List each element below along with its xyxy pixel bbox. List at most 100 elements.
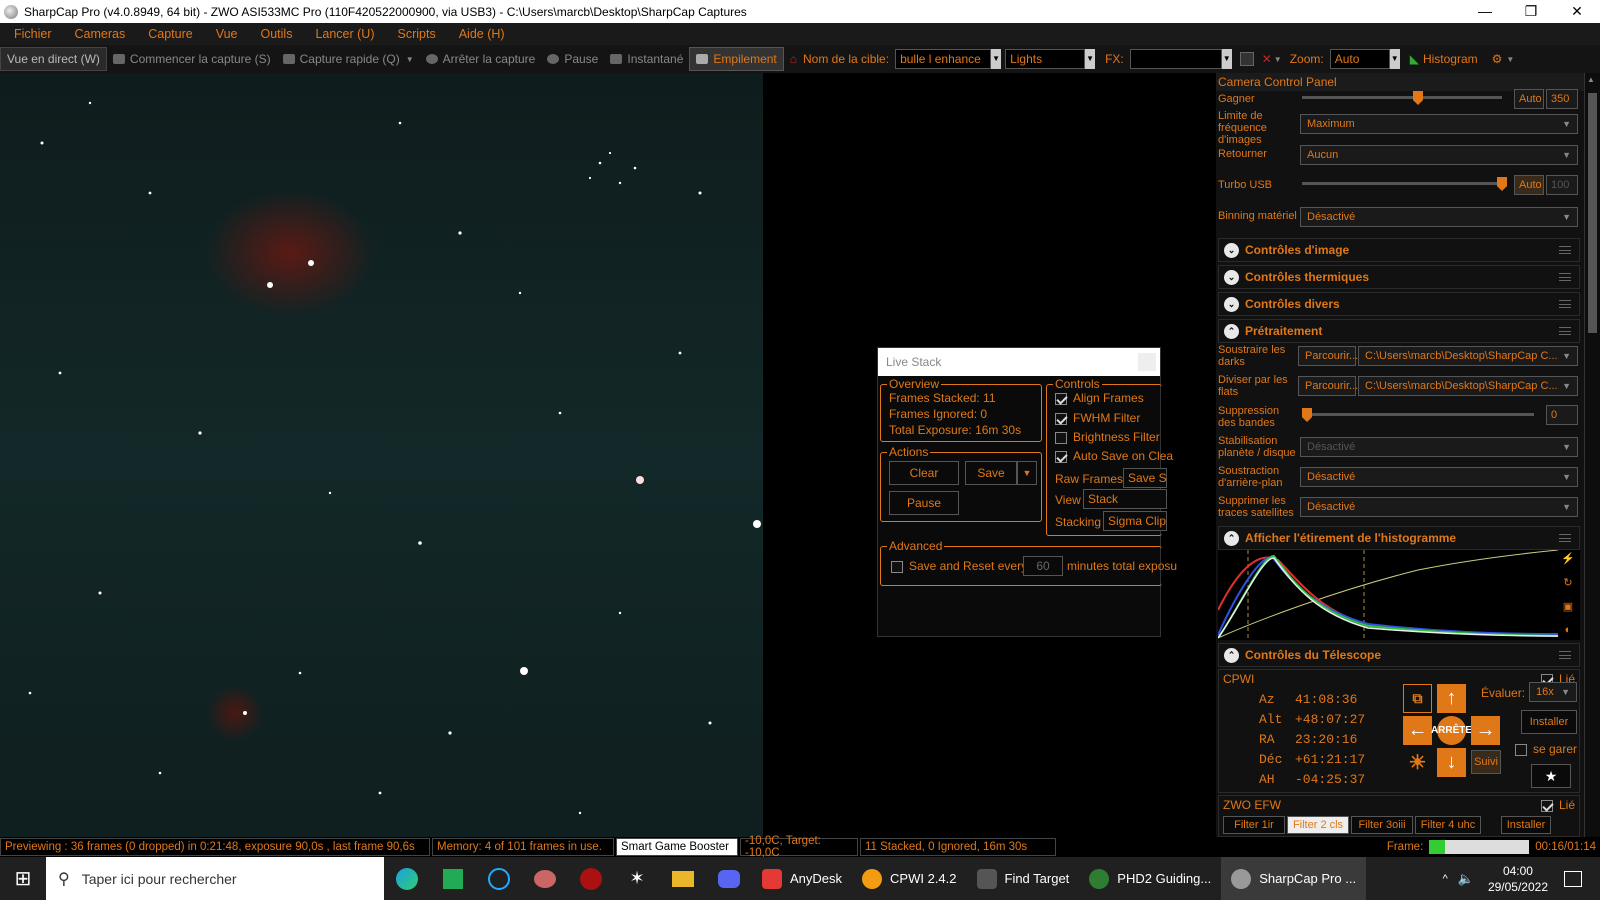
- align-frames-checkbox[interactable]: Align Frames: [1055, 391, 1144, 405]
- reticle-icon[interactable]: ✕: [1262, 52, 1272, 66]
- banding-slider[interactable]: [1302, 413, 1534, 416]
- satellite-select[interactable]: Désactivé ▼: [1300, 497, 1578, 517]
- filter-1-button[interactable]: Filter 1ir: [1223, 816, 1285, 834]
- section-image-controls[interactable]: ⌄ Contrôles d'image: [1218, 238, 1580, 262]
- stop-capture-button[interactable]: Arrêter la capture: [420, 47, 542, 71]
- menu-item-tools[interactable]: Outils: [247, 27, 302, 41]
- sun-icon[interactable]: ☀: [1403, 748, 1432, 777]
- chevron-down-icon[interactable]: ▼: [1085, 49, 1096, 69]
- auto-save-checkbox[interactable]: Auto Save on Clea: [1055, 449, 1173, 463]
- stacking-button[interactable]: Empilement: [689, 47, 784, 71]
- chevron-down-icon[interactable]: ▼: [991, 49, 1002, 69]
- flip-select[interactable]: Aucun ▼: [1300, 145, 1578, 165]
- gain-value-input[interactable]: 350: [1546, 89, 1578, 109]
- minimize-button[interactable]: —: [1462, 3, 1508, 20]
- close-icon[interactable]: [1138, 353, 1156, 371]
- framerate-select[interactable]: Maximum ▼: [1300, 114, 1578, 134]
- section-telescope-controls[interactable]: ⌃ Contrôles du Télescope: [1218, 643, 1580, 667]
- install-button[interactable]: Installer: [1521, 710, 1577, 734]
- taskbar-clock[interactable]: 04:00 29/05/2022: [1488, 863, 1548, 895]
- fwhm-filter-checkbox[interactable]: FWHM Filter: [1055, 411, 1140, 425]
- snapshot-button[interactable]: Instantané: [604, 47, 689, 71]
- slew-down-button[interactable]: ↓: [1437, 748, 1466, 777]
- close-button[interactable]: ✕: [1554, 3, 1600, 20]
- planet-stab-select[interactable]: Désactivé ▼: [1300, 437, 1578, 457]
- taskbar-search-box[interactable]: ⚲ Taper ici pour rechercher: [46, 857, 384, 900]
- menu-item-file[interactable]: Fichier: [0, 27, 61, 41]
- chevron-down-icon[interactable]: ▼: [1017, 461, 1037, 485]
- banding-value-input[interactable]: 0: [1546, 405, 1578, 425]
- clear-button[interactable]: Clear: [889, 461, 959, 485]
- live-preview-image[interactable]: [0, 73, 763, 837]
- chevron-down-icon[interactable]: ▼: [1506, 55, 1514, 64]
- save-reset-checkbox[interactable]: Save and Reset every: [891, 559, 1027, 573]
- discord-icon[interactable]: [706, 857, 752, 900]
- save-icon[interactable]: ▣: [1563, 600, 1573, 613]
- stop-slew-button[interactable]: ARRÊTE: [1431, 716, 1472, 745]
- rate-select[interactable]: 16x ▼: [1529, 682, 1577, 702]
- view-select[interactable]: Stack: [1083, 489, 1167, 509]
- section-histogram-stretch[interactable]: ⌃ Afficher l'étirement de l'histogramme: [1218, 526, 1580, 550]
- section-thermal-controls[interactable]: ⌄ Contrôles thermiques: [1218, 265, 1580, 289]
- live-view-button[interactable]: Vue en direct (W): [0, 47, 107, 71]
- gain-slider-thumb[interactable]: [1413, 91, 1423, 105]
- taskbar-app-sharpcap[interactable]: SharpCap Pro ...: [1221, 857, 1367, 900]
- turbo-value-input[interactable]: 100: [1546, 175, 1578, 195]
- taskbar-app-phd2[interactable]: PHD2 Guiding...: [1079, 857, 1221, 900]
- quick-capture-button[interactable]: Capture rapide (Q) ▼: [277, 47, 420, 71]
- binning-select[interactable]: Désactivé ▼: [1300, 207, 1578, 227]
- gain-auto-button[interactable]: Auto: [1514, 89, 1544, 109]
- scroll-up-icon[interactable]: ▲: [1587, 75, 1597, 87]
- edge-icon[interactable]: [384, 857, 430, 900]
- pause-stack-button[interactable]: Pause: [889, 491, 959, 515]
- menu-item-scripts[interactable]: Scripts: [384, 27, 445, 41]
- panel-scrollbar[interactable]: ▲: [1584, 73, 1600, 837]
- turbo-slider-thumb[interactable]: [1497, 177, 1507, 191]
- slew-up-button[interactable]: ↑: [1437, 684, 1466, 713]
- chevron-down-icon[interactable]: ▼: [1274, 55, 1282, 64]
- fx-select[interactable]: [1129, 49, 1222, 69]
- menu-item-help[interactable]: Aide (H): [445, 27, 514, 41]
- track-button[interactable]: Suivi: [1471, 750, 1501, 774]
- app-icon-2[interactable]: [430, 857, 476, 900]
- stacking-select[interactable]: Sigma Clipp: [1103, 511, 1167, 531]
- darks-path-select[interactable]: C:\Users\marcb\Desktop\SharpCap C... ▼: [1358, 346, 1578, 366]
- folder-icon[interactable]: [660, 857, 706, 900]
- taskbar-app-cpwi[interactable]: CPWI 2.4.2: [852, 857, 966, 900]
- section-preprocessing[interactable]: ⌃ Prétraitement: [1218, 319, 1580, 343]
- app-icon-4[interactable]: [522, 857, 568, 900]
- brightness-filter-checkbox[interactable]: Brightness Filter: [1055, 430, 1160, 444]
- menu-item-view[interactable]: Vue: [202, 27, 247, 41]
- star-icon[interactable]: ★: [1531, 764, 1571, 788]
- notification-icon[interactable]: [1564, 870, 1582, 887]
- darks-browse-button[interactable]: Parcourir...: [1298, 346, 1358, 366]
- taskbar-app-find-target[interactable]: Find Target: [967, 857, 1080, 900]
- park-checkbox[interactable]: se garer: [1515, 742, 1577, 756]
- hamburger-icon[interactable]: [1559, 534, 1571, 542]
- lightning-icon[interactable]: ⚡: [1561, 552, 1575, 565]
- histogram-button[interactable]: Histogram: [1423, 52, 1478, 66]
- pause-button[interactable]: Pause: [541, 47, 604, 71]
- raw-frames-select[interactable]: Save St: [1123, 468, 1167, 488]
- chevron-up-icon[interactable]: ^: [1443, 873, 1448, 885]
- chevron-down-icon[interactable]: ▼: [406, 55, 414, 64]
- maximize-button[interactable]: ❐: [1508, 3, 1554, 20]
- hamburger-icon[interactable]: [1559, 327, 1571, 335]
- hamburger-icon[interactable]: [1559, 246, 1571, 254]
- turbo-slider[interactable]: [1302, 182, 1502, 185]
- scrollbar-thumb[interactable]: [1588, 93, 1597, 333]
- chevron-down-icon[interactable]: ▼: [1389, 49, 1400, 69]
- menu-item-cameras[interactable]: Cameras: [61, 27, 135, 41]
- filter-3-button[interactable]: Filter 3oiii: [1351, 816, 1413, 834]
- reset-icon[interactable]: ↻: [1563, 576, 1572, 589]
- bg-sub-select[interactable]: Désactivé ▼: [1300, 467, 1578, 487]
- taskbar-app-anydesk[interactable]: AnyDesk: [752, 857, 852, 900]
- efw-linked-checkbox[interactable]: Lié: [1540, 798, 1575, 812]
- frame-type-select[interactable]: Lights: [1005, 49, 1086, 69]
- contrast-icon[interactable]: ◐: [1565, 624, 1572, 636]
- save-reset-input[interactable]: 60: [1023, 556, 1063, 576]
- volume-icon[interactable]: 🔈: [1458, 871, 1474, 887]
- filter-2-button[interactable]: Filter 2 cls: [1287, 816, 1349, 834]
- flats-path-select[interactable]: C:\Users\marcb\Desktop\SharpCap C... ▼: [1358, 376, 1578, 396]
- section-misc-controls[interactable]: ⌄ Contrôles divers: [1218, 292, 1580, 316]
